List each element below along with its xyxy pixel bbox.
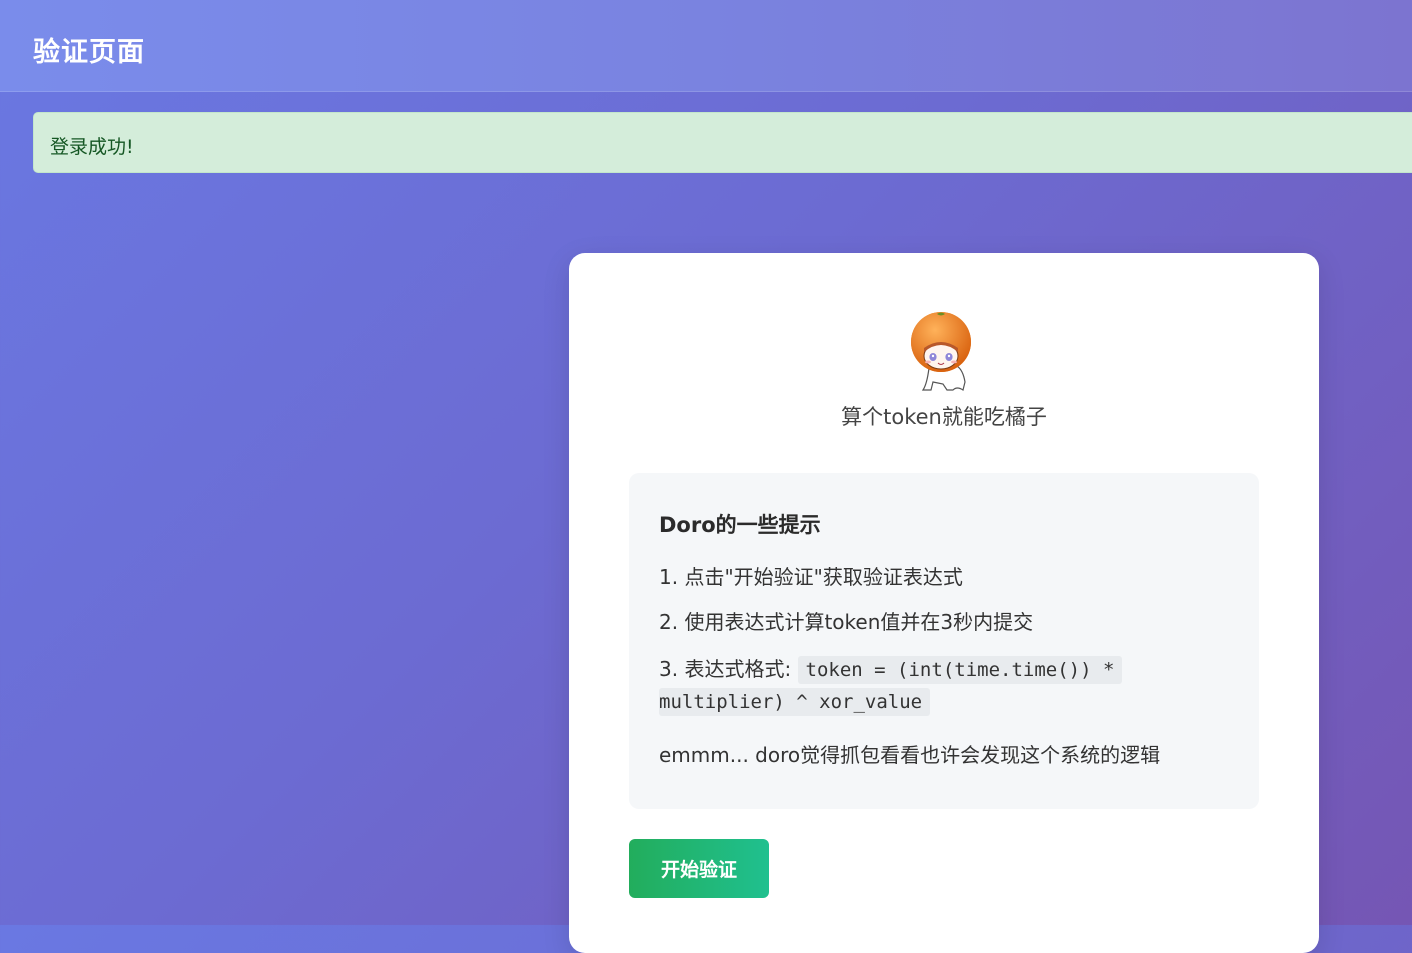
- card-subtitle: 算个token就能吃橘子: [841, 405, 1047, 429]
- hint-line-1: 1. 点击"开始验证"获取验证表达式: [659, 565, 963, 589]
- hint-box: Doro的一些提示 1. 点击"开始验证"获取验证表达式 2. 使用表达式计算t…: [629, 473, 1259, 809]
- alert-message: 登录成功!: [50, 136, 134, 158]
- hint-line-4: emmm... doro觉得抓包看看也许会发现这个系统的逻辑: [659, 743, 1161, 767]
- hint-line-3: 3. 表达式格式: token = (int(time.time()) *: [659, 653, 1123, 684]
- hint-line-2: 2. 使用表达式计算token值并在3秒内提交: [659, 610, 1034, 634]
- start-verification-button[interactable]: 开始验证: [629, 839, 769, 898]
- success-alert: 登录成功!: [33, 112, 1412, 173]
- formula-code-part1: token = (int(time.time()) *: [797, 656, 1123, 684]
- formula-code-part2: multiplier) ^ xor_value: [659, 688, 931, 716]
- verification-card: 算个token就能吃橘子 Doro的一些提示 1. 点击"开始验证"获取验证表达…: [569, 253, 1319, 953]
- hint-title: Doro的一些提示: [659, 513, 821, 537]
- formula-code-wrap: multiplier) ^ xor_value: [659, 688, 931, 716]
- page-title: 验证页面: [33, 37, 145, 68]
- hint-line-3-prefix: 3. 表达式格式:: [659, 657, 792, 681]
- orange-head-chibi-icon: [911, 312, 971, 391]
- top-header: 验证页面: [0, 0, 1412, 92]
